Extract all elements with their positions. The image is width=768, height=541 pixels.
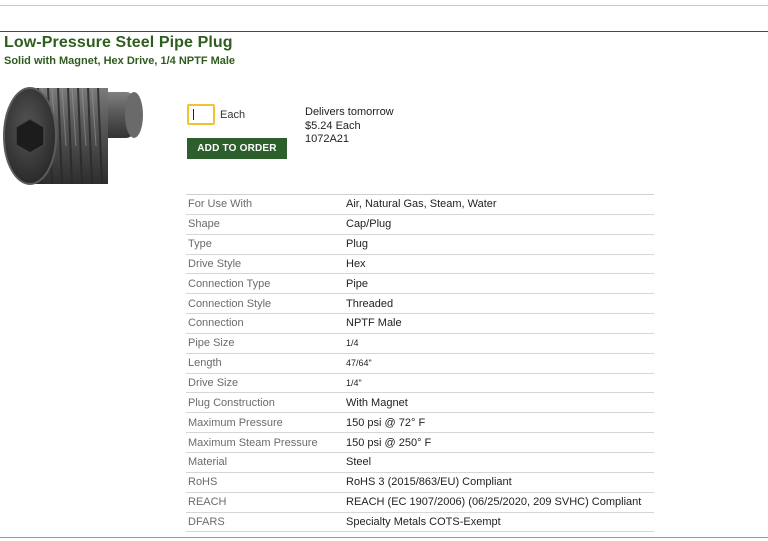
spec-value: 47/64" bbox=[346, 358, 372, 369]
product-title: Low-Pressure Steel Pipe Plug bbox=[4, 34, 233, 51]
spec-label: Shape bbox=[188, 218, 220, 231]
header-accent-line bbox=[0, 5, 768, 6]
spec-label: Drive Size bbox=[188, 377, 239, 390]
spec-label: Connection Type bbox=[188, 277, 271, 290]
spec-label: For Use With bbox=[188, 198, 253, 211]
spec-value: Steel bbox=[346, 456, 372, 469]
spec-row: Connection NPTF Male bbox=[186, 314, 654, 334]
spec-row: Shape Cap/Plug bbox=[186, 215, 654, 235]
spec-value: Cap/Plug bbox=[346, 218, 392, 231]
spec-label: DFARS bbox=[188, 515, 225, 528]
header-divider bbox=[0, 31, 768, 32]
spec-row: Maximum Pressure 150 psi @ 72° F bbox=[186, 413, 654, 434]
spec-label: REACH bbox=[188, 496, 227, 509]
spec-value: RoHS 3 (2015/863/EU) Compliant bbox=[346, 476, 512, 489]
spec-label: Plug Construction bbox=[188, 396, 275, 409]
spec-row: Drive Size 1/4" bbox=[186, 374, 654, 394]
spec-label: Maximum Steam Pressure bbox=[188, 436, 318, 449]
unit-price: $5.24 Each bbox=[305, 119, 361, 132]
spec-value: Specialty Metals COTS-Exempt bbox=[346, 515, 501, 528]
unit-label: Each bbox=[220, 109, 246, 121]
spec-value: Hex bbox=[346, 257, 366, 270]
spec-row: Maximum Steam Pressure 150 psi @ 250° F bbox=[186, 433, 654, 453]
spec-label: Connection bbox=[188, 317, 244, 330]
spec-row: Connection Style Threaded bbox=[186, 294, 654, 315]
text-caret bbox=[193, 109, 194, 120]
spec-row: DFARS Specialty Metals COTS-Exempt bbox=[186, 513, 654, 533]
spec-value: With Magnet bbox=[346, 396, 408, 409]
spec-label: Type bbox=[188, 238, 212, 251]
spec-value: Plug bbox=[346, 238, 369, 251]
spec-label: Pipe Size bbox=[188, 337, 235, 350]
spec-label: Maximum Pressure bbox=[188, 416, 283, 429]
spec-value: Pipe bbox=[346, 277, 369, 290]
spec-value: Air, Natural Gas, Steam, Water bbox=[346, 198, 497, 211]
spec-value: 150 psi @ 72° F bbox=[346, 416, 426, 429]
spec-label: Drive Style bbox=[188, 257, 242, 270]
spec-value: 150 psi @ 250° F bbox=[346, 436, 432, 449]
spec-row: Drive Style Hex bbox=[186, 255, 654, 275]
product-image bbox=[3, 87, 143, 185]
spec-label: Connection Style bbox=[188, 297, 272, 310]
spec-row: REACH REACH (EC 1907/2006) (06/25/2020, 2… bbox=[186, 493, 654, 513]
spec-label: Length bbox=[188, 357, 222, 370]
spec-value: 1/4 bbox=[346, 338, 359, 349]
spec-row: Length 47/64" bbox=[186, 354, 654, 374]
part-number: 1072A21 bbox=[305, 133, 350, 145]
window-bottom-edge bbox=[0, 537, 768, 538]
spec-row: Pipe Size 1/4 bbox=[186, 334, 654, 354]
delivery-estimate: Delivers tomorrow bbox=[305, 106, 394, 118]
spec-value: REACH (EC 1907/2006) (06/25/2020, 209 SV… bbox=[346, 496, 642, 509]
specifications-table: For Use With Air, Natural Gas, Steam, Wat… bbox=[186, 194, 654, 533]
delivery-info: Delivers tomorrow $5.24 Each 1072A21 bbox=[305, 106, 394, 147]
quantity-input[interactable] bbox=[187, 104, 215, 125]
spec-value: NPTF Male bbox=[346, 317, 402, 330]
add-to-order-button[interactable]: ADD TO ORDER bbox=[187, 138, 287, 159]
spec-row: For Use With Air, Natural Gas, Steam, Wat… bbox=[186, 195, 654, 215]
spec-value: Threaded bbox=[346, 297, 394, 310]
spec-row: Material Steel bbox=[186, 453, 654, 473]
spec-row: Plug Construction With Magnet bbox=[186, 393, 654, 414]
spec-label: RoHS bbox=[188, 476, 218, 489]
spec-row: Type Plug bbox=[186, 235, 654, 255]
spec-row: Connection Type Pipe bbox=[186, 274, 654, 295]
spec-label: Material bbox=[188, 456, 228, 469]
product-subtitle: Solid with Magnet, Hex Drive, 1/4 NPTF M… bbox=[4, 55, 236, 67]
spec-row: RoHS RoHS 3 (2015/863/EU) Compliant bbox=[186, 473, 654, 493]
spec-value: 1/4" bbox=[346, 378, 362, 389]
